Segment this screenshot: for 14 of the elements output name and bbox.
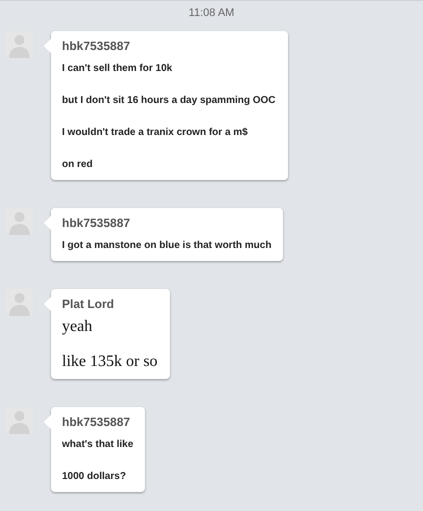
sender-name: hbk7535887 xyxy=(62,216,132,230)
message-text: I got a manstone on blue is that worth much xyxy=(62,239,272,253)
message-text: what's that like xyxy=(62,438,134,452)
sender-name: Plat Lord xyxy=(62,297,116,311)
sender-name: hbk7535887 xyxy=(62,415,132,429)
message-text: I can't sell them for 10k xyxy=(62,62,174,76)
message-text: yeah xyxy=(62,317,94,337)
message-text: but I don't sit 16 hours a day spamming OOC xyxy=(62,94,276,108)
message-text: I wouldn't trade a tranix crown for a m$ xyxy=(62,126,249,140)
sender-name: hbk7535887 xyxy=(62,39,132,53)
message-text: 1000 dollars? xyxy=(62,470,127,484)
message-text: on red xyxy=(62,158,94,172)
message-text: like 135k or so xyxy=(62,352,158,372)
timestamp: 11:08 AM xyxy=(188,6,234,20)
